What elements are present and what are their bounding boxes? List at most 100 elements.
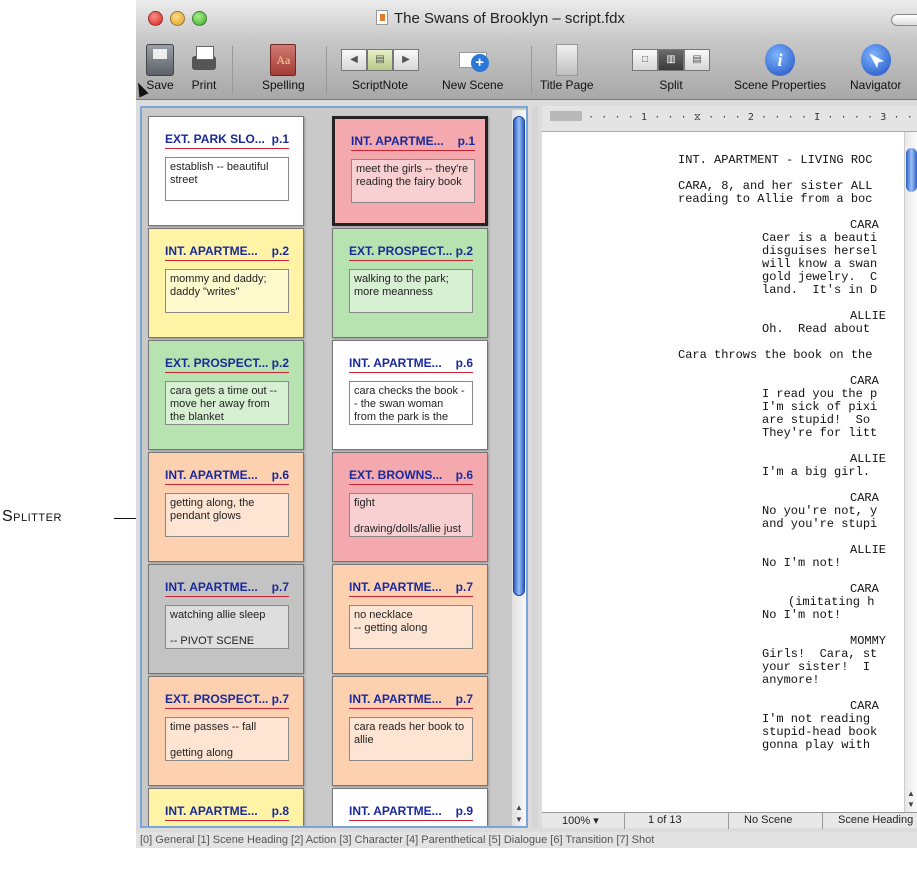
title-page-icon bbox=[555, 44, 578, 76]
card-summary[interactable]: walking to the park; more meanness bbox=[349, 269, 473, 313]
zoom-value: 100% bbox=[562, 815, 591, 827]
zoom-button[interactable] bbox=[192, 11, 207, 26]
index-card[interactable]: INT. APARTME... p.7 cara reads her book to… bbox=[332, 676, 488, 786]
script-line[interactable]: ALLIE bbox=[850, 544, 886, 557]
script-line[interactable]: land. It's in D bbox=[762, 284, 877, 297]
card-summary[interactable]: cara reads her book to allie bbox=[349, 717, 473, 761]
script-line[interactable]: INT. APARTMENT - LIVING ROC bbox=[678, 154, 872, 167]
card-scene-heading: INT. APARTME... bbox=[349, 804, 442, 818]
zoom-popup[interactable]: 100% ▾ bbox=[562, 814, 599, 827]
index-card[interactable]: INT. APARTME... p.6 getting along, the pen… bbox=[148, 452, 304, 562]
status-divider bbox=[822, 813, 823, 829]
card-heading: EXT. PROSPECT... p.2 bbox=[165, 356, 289, 373]
index-card[interactable]: INT. APARTME... p.7 no necklace -- getting… bbox=[332, 564, 488, 674]
card-summary[interactable]: mommy and daddy; daddy "writes" bbox=[165, 269, 289, 313]
title-page-button[interactable]: Title Page bbox=[540, 44, 594, 92]
card-summary[interactable]: time passes -- fall getting along bbox=[165, 717, 289, 761]
spelling-button[interactable]: Aa Spelling bbox=[262, 44, 305, 92]
script-line[interactable]: reading to Allie from a boc bbox=[678, 193, 872, 206]
scroll-down-arrow-icon[interactable]: ▼ bbox=[513, 814, 525, 826]
card-page-number: p.6 bbox=[271, 468, 289, 482]
toolbar-divider bbox=[326, 46, 327, 94]
card-scene-heading: INT. APARTME... bbox=[349, 356, 442, 370]
scene-properties-label: Scene Properties bbox=[734, 78, 827, 92]
index-card[interactable]: INT. APARTME... p.1 meet the girls -- they… bbox=[332, 116, 488, 226]
card-heading: INT. APARTME... p.7 bbox=[165, 580, 289, 597]
script-line[interactable]: No I'm not! bbox=[762, 557, 841, 570]
card-scene-heading: EXT. PROSPECT... bbox=[165, 356, 269, 370]
navigator-button[interactable]: Navigator bbox=[850, 44, 901, 92]
card-page-number: p.7 bbox=[455, 580, 473, 594]
index-cards-pane[interactable]: EXT. PARK SLO... p.1 establish -- beautifu… bbox=[140, 106, 528, 828]
index-card[interactable]: INT. APARTME...p.8daddy makes progress o… bbox=[148, 788, 304, 826]
index-card[interactable]: INT. APARTME... p.2 mommy and daddy; daddy… bbox=[148, 228, 304, 338]
card-scene-heading: INT. APARTME... bbox=[351, 134, 444, 148]
index-card[interactable]: INT. APARTME... p.7 watching allie sleep -… bbox=[148, 564, 304, 674]
pane-splitter[interactable] bbox=[532, 106, 538, 828]
save-label: Save bbox=[146, 78, 174, 92]
scriptnote-prev-icon[interactable]: ◀ bbox=[341, 49, 367, 71]
card-summary[interactable]: establish -- beautiful street bbox=[165, 157, 289, 201]
card-scene-heading: INT. APARTME... bbox=[165, 244, 258, 258]
script-page[interactable]: INT. APARTMENT - LIVING ROC CARA, 8, and … bbox=[542, 132, 904, 812]
scriptnote-note-icon[interactable]: ▤ bbox=[367, 49, 393, 71]
minimize-button[interactable] bbox=[170, 11, 185, 26]
scene-properties-button[interactable]: i Scene Properties bbox=[734, 44, 826, 92]
card-heading: INT. APARTME... p.6 bbox=[349, 356, 473, 373]
script-line[interactable]: Cara throws the book on the bbox=[678, 349, 872, 362]
toolbar-divider bbox=[232, 46, 233, 94]
split-view-icon: □ ▥ ▤ bbox=[632, 44, 710, 76]
ruler-marks: · · · · 1 · · · ⧖ · · · 2 · · · · I · · … bbox=[550, 111, 917, 123]
ruler[interactable]: · · · · 1 · · · ⧖ · · · 2 · · · · I · · … bbox=[542, 106, 917, 132]
card-heading: EXT. PARK SLO... p.1 bbox=[165, 132, 289, 149]
split-vertical-icon[interactable]: ▥ bbox=[658, 49, 684, 71]
split-button[interactable]: □ ▥ ▤ Split bbox=[632, 44, 710, 92]
card-summary[interactable]: watching allie sleep -- PIVOT SCENE bbox=[165, 605, 289, 649]
script-line[interactable]: I'm a big girl. bbox=[762, 466, 870, 479]
window-title: The Swans of Brooklyn – script.fdx bbox=[376, 10, 625, 27]
cards-scrollbar[interactable]: ▲ ▼ bbox=[512, 110, 526, 826]
scriptnote-button[interactable]: ◀ ▤ ▶ ScriptNote bbox=[341, 44, 419, 92]
index-card[interactable]: INT. APARTME... p.6 cara checks the book -… bbox=[332, 340, 488, 450]
card-summary[interactable]: fight drawing/dolls/allie just bbox=[349, 493, 473, 537]
scriptnote-label: ScriptNote bbox=[351, 78, 409, 92]
close-button[interactable] bbox=[148, 11, 163, 26]
card-summary[interactable]: getting along, the pendant glows bbox=[165, 493, 289, 537]
card-summary[interactable]: cara checks the book -- the swan woman f… bbox=[349, 381, 473, 425]
scriptnote-next-icon[interactable]: ▶ bbox=[393, 49, 419, 71]
script-scroll-thumb[interactable] bbox=[906, 148, 917, 192]
split-horizontal-icon[interactable]: ▤ bbox=[684, 49, 710, 71]
element-type[interactable]: Scene Heading bbox=[838, 814, 913, 826]
toolbar-toggle-button[interactable] bbox=[891, 14, 917, 26]
status-divider bbox=[728, 813, 729, 829]
single-view-icon[interactable]: □ bbox=[632, 49, 658, 71]
index-card[interactable]: EXT. PROSPECT... p.7 time passes -- fall g… bbox=[148, 676, 304, 786]
index-card[interactable]: EXT. PROSPECT... p.2 cara gets a time out … bbox=[148, 340, 304, 450]
index-card[interactable]: EXT. PARK SLO... p.1 establish -- beautifu… bbox=[148, 116, 304, 226]
card-summary[interactable]: cara gets a time out -- move her away fr… bbox=[165, 381, 289, 425]
script-line[interactable]: and you're stupi bbox=[762, 518, 877, 531]
script-line[interactable]: Oh. Read about bbox=[762, 323, 870, 336]
print-button[interactable]: Print bbox=[189, 44, 219, 92]
ruler-margin-icon bbox=[550, 111, 582, 121]
script-line[interactable]: gonna play with bbox=[762, 739, 870, 752]
index-card[interactable]: EXT. BROWNS... p.6 fight drawing/dolls/all… bbox=[332, 452, 488, 562]
index-card[interactable]: INT. APARTME... p.9 bbox=[332, 788, 488, 826]
script-line[interactable]: anymore! bbox=[762, 674, 820, 687]
script-line[interactable]: They're for litt bbox=[762, 427, 877, 440]
card-page-number: p.6 bbox=[455, 356, 473, 370]
card-scene-heading: INT. APARTME... bbox=[165, 804, 258, 818]
card-summary[interactable]: meet the girls -- they're reading the fa… bbox=[351, 159, 475, 203]
save-button[interactable]: Save bbox=[146, 44, 174, 92]
script-line[interactable]: No I'm not! bbox=[762, 609, 841, 622]
card-summary[interactable]: no necklace -- getting along bbox=[349, 605, 473, 649]
script-scrollbar[interactable]: ▲ ▼ bbox=[904, 132, 917, 812]
cards-scroll-thumb[interactable] bbox=[513, 116, 525, 596]
script-scroll-down-arrow-icon[interactable]: ▼ bbox=[905, 799, 917, 811]
title-bar[interactable]: The Swans of Brooklyn – script.fdx bbox=[136, 0, 917, 40]
index-card[interactable]: EXT. PROSPECT... p.2 walking to the park; … bbox=[332, 228, 488, 338]
scroll-up-arrow-icon[interactable]: ▲ bbox=[513, 802, 525, 814]
new-scene-button[interactable]: New Scene bbox=[442, 44, 503, 92]
card-page-number: p.1 bbox=[271, 132, 289, 146]
card-page-number: p.9 bbox=[455, 804, 473, 818]
